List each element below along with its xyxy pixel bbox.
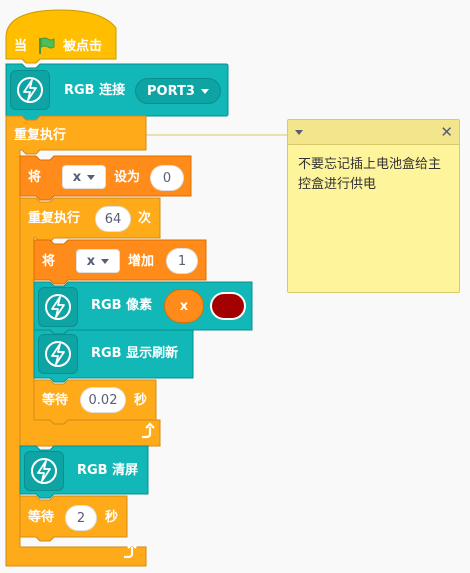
dropdown-arrow-icon	[200, 88, 209, 94]
when-flag-prefix: 当	[14, 39, 28, 54]
change-variable-label: 将	[42, 254, 56, 269]
rgb-show-label: RGB 显示刷新	[91, 346, 179, 361]
rgb-pixel-label: RGB 像素	[91, 298, 153, 313]
port-dropdown[interactable]: PORT3	[135, 78, 221, 104]
when-flag-suffix: 被点击	[63, 39, 103, 54]
lightning-icon	[24, 451, 64, 491]
lightning-icon	[38, 287, 78, 327]
wait-inner-label: 等待	[42, 393, 69, 408]
wait-outer-label: 等待	[28, 510, 55, 525]
pixel-color-picker[interactable]	[210, 292, 246, 320]
set-variable-value-input[interactable]: 0	[150, 165, 184, 191]
repeat-label: 重复执行	[28, 211, 81, 226]
repeat-unit-label: 次	[138, 211, 152, 226]
pixel-color-swatch	[212, 294, 244, 318]
lightning-icon	[10, 70, 50, 110]
comment-note[interactable]: ✕ 不要忘记插上电池盒给主控盒进行供电	[287, 119, 460, 293]
wait-inner-value-input[interactable]: 0.02	[80, 387, 126, 413]
pixel-index-reporter[interactable]: x	[164, 289, 204, 323]
port-dropdown-value: PORT3	[147, 83, 195, 99]
set-variable-to-label: 设为	[114, 170, 141, 185]
wait-outer-value-input[interactable]: 2	[65, 505, 97, 531]
close-icon[interactable]: ✕	[440, 123, 453, 141]
change-variable-dropdown[interactable]: x	[76, 249, 120, 273]
wait-outer-unit-label: 秒	[105, 510, 119, 525]
pixel-index-value: x	[179, 298, 189, 314]
rgb-connect-label: RGB 连接	[64, 83, 126, 98]
comment-header[interactable]: ✕	[288, 120, 459, 145]
rgb-clear-label: RGB 清屏	[77, 463, 139, 478]
set-variable-label: 将	[28, 170, 42, 185]
set-variable-dropdown[interactable]: x	[62, 165, 106, 189]
change-variable-value-input[interactable]: 1	[166, 248, 198, 274]
forever-label: 重复执行	[14, 128, 67, 143]
change-variable-by-label: 增加	[128, 254, 155, 269]
lightning-icon	[38, 334, 78, 374]
repeat-count-input[interactable]: 64	[95, 206, 131, 232]
comment-text[interactable]: 不要忘记插上电池盒给主控盒进行供电	[288, 145, 459, 205]
collapse-arrow-icon[interactable]	[295, 130, 303, 135]
green-flag-icon	[39, 37, 55, 54]
wait-inner-unit-label: 秒	[134, 393, 148, 408]
when-flag-block[interactable]	[5, 9, 117, 64]
set-variable-name: x	[72, 169, 82, 185]
dropdown-arrow-icon	[87, 174, 96, 180]
change-variable-name: x	[86, 253, 96, 269]
dropdown-arrow-icon	[101, 258, 110, 264]
